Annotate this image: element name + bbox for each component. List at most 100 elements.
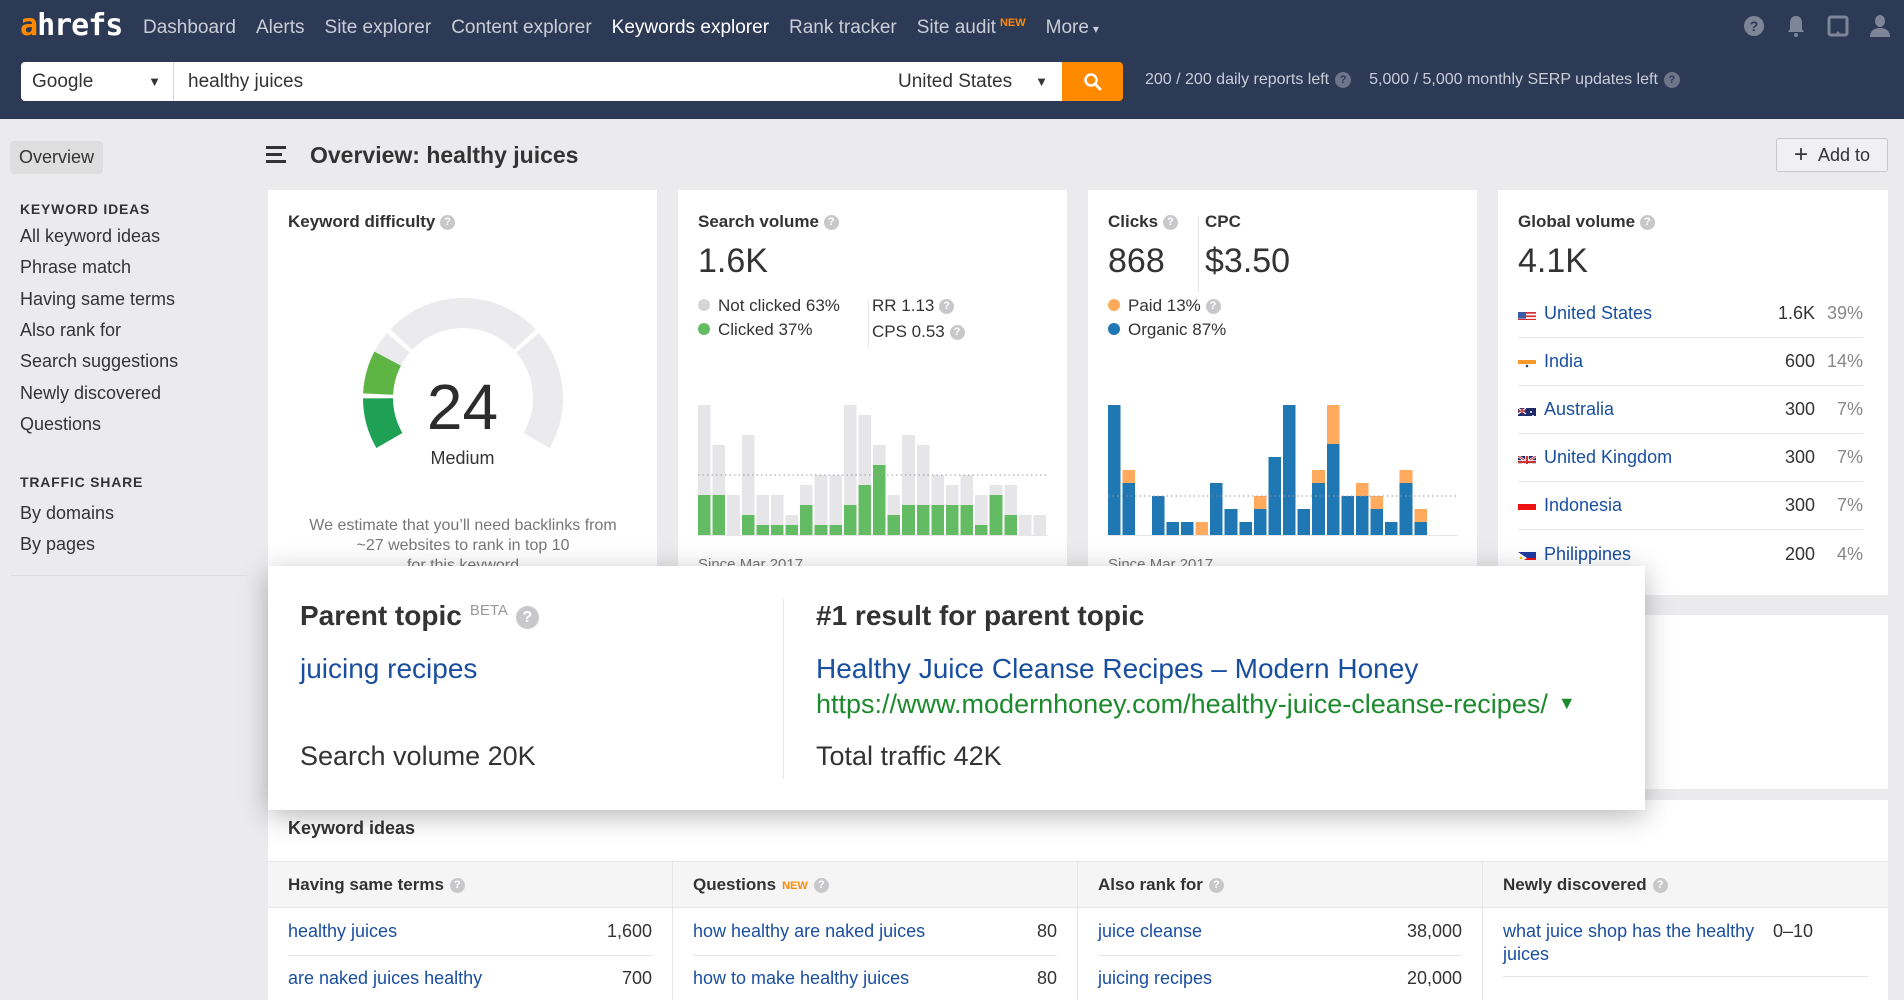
bar-organic[interactable] [1326, 444, 1340, 535]
bar-not-clicked[interactable] [1004, 485, 1017, 515]
nav-item-alerts[interactable]: Alerts [256, 17, 305, 39]
bar-not-clicked[interactable] [1033, 515, 1046, 535]
help-icon[interactable]: ? [1652, 878, 1668, 894]
bar-not-clicked[interactable] [756, 495, 769, 525]
bar-clicked[interactable] [756, 525, 769, 535]
bar-not-clicked[interactable] [829, 475, 842, 525]
sidebar-item-by-pages[interactable]: By pages [20, 534, 95, 555]
bar-organic[interactable] [1108, 405, 1121, 535]
sidebar-item-by-domains[interactable]: By domains [20, 503, 114, 524]
sidebar-item-overview[interactable]: Overview [10, 141, 104, 174]
bar-organic[interactable] [1224, 509, 1238, 535]
bar-clicked[interactable] [843, 505, 857, 535]
help-icon[interactable]: ? [1205, 299, 1221, 315]
bar-paid[interactable] [1253, 496, 1267, 509]
bar-clicked[interactable] [989, 495, 1003, 535]
sidebar-item-questions[interactable]: Questions [20, 414, 101, 435]
caret-down-icon[interactable]: ▼ [1558, 693, 1576, 713]
country-link[interactable]: United Kingdom [1544, 447, 1755, 468]
keyword-link[interactable]: what juice shop has the healthy juices [1503, 920, 1773, 966]
help-icon[interactable]: ? [1639, 215, 1655, 231]
country-select[interactable]: United States ▼ [884, 62, 1062, 101]
bar-clicked[interactable] [902, 505, 915, 535]
bar-organic[interactable] [1180, 522, 1194, 535]
nav-item-rank-tracker[interactable]: Rank tracker [789, 17, 897, 39]
bar-organic[interactable] [1283, 405, 1296, 535]
sidebar-item-newly-discovered[interactable]: Newly discovered [20, 383, 161, 404]
column-heading-text[interactable]: Having same terms [288, 875, 444, 894]
keyword-link[interactable]: juice cleanse [1098, 920, 1407, 943]
bar-clicked[interactable] [741, 515, 755, 535]
bar-not-clicked[interactable] [698, 405, 711, 495]
bar-organic[interactable] [1355, 496, 1369, 535]
bar-paid[interactable] [1312, 470, 1325, 483]
bar-not-clicked[interactable] [902, 435, 915, 505]
help-icon[interactable]: ? [440, 215, 456, 231]
bar-organic[interactable] [1151, 496, 1165, 535]
help-icon[interactable]: ? [1162, 215, 1178, 231]
bar-clicked[interactable] [785, 525, 799, 535]
nav-item-site-audit[interactable]: Site audit NEW [917, 17, 1026, 39]
sidebar-item-all-keyword-ideas[interactable]: All keyword ideas [20, 226, 160, 247]
bar-organic[interactable] [1253, 509, 1267, 535]
bar-clicked[interactable] [975, 525, 988, 535]
sidebar-item-search-suggestions[interactable]: Search suggestions [20, 351, 178, 372]
help-icon[interactable]: ? [1208, 878, 1224, 894]
bar-paid[interactable] [1122, 470, 1136, 483]
bar-paid[interactable] [1370, 496, 1384, 509]
sidebar-item-phrase-match[interactable]: Phrase match [20, 257, 131, 278]
bar-organic[interactable] [1385, 522, 1398, 535]
help-icon[interactable]: ? [449, 878, 465, 894]
bar-clicked[interactable] [814, 525, 828, 535]
bar-clicked[interactable] [931, 505, 944, 535]
keyword-link[interactable]: juicing recipes [1098, 967, 1407, 990]
search-button[interactable] [1062, 62, 1123, 101]
bar-organic[interactable] [1239, 522, 1252, 535]
country-link[interactable]: India [1544, 351, 1755, 372]
bar-paid[interactable] [1195, 522, 1209, 535]
bar-clicked[interactable] [960, 505, 974, 535]
bar-organic[interactable] [1166, 522, 1179, 535]
bar-organic[interactable] [1297, 509, 1311, 535]
bell-icon[interactable] [1784, 14, 1808, 38]
bar-not-clicked[interactable] [1018, 515, 1032, 535]
bar-organic[interactable] [1312, 483, 1325, 535]
country-link[interactable]: Indonesia [1544, 495, 1755, 516]
help-icon[interactable]: ? [1335, 71, 1352, 88]
bar-organic[interactable] [1370, 509, 1384, 535]
bar-not-clicked[interactable] [989, 485, 1003, 495]
bar-not-clicked[interactable] [931, 475, 944, 505]
nav-item-site-explorer[interactable]: Site explorer [325, 17, 432, 39]
hamburger-menu-icon[interactable] [266, 145, 288, 168]
user-icon[interactable] [1868, 14, 1892, 38]
bar-not-clicked[interactable] [800, 485, 813, 505]
bar-not-clicked[interactable] [770, 495, 784, 525]
bar-not-clicked[interactable] [975, 495, 988, 525]
bar-organic[interactable] [1122, 483, 1136, 535]
help-icon[interactable]: ? [813, 878, 829, 894]
add-to-button[interactable]: + Add to [1776, 138, 1888, 172]
bar-clicked[interactable] [887, 515, 901, 535]
bar-clicked[interactable] [698, 495, 711, 535]
bar-not-clicked[interactable] [945, 485, 959, 505]
bar-paid[interactable] [1326, 405, 1340, 444]
bar-clicked[interactable] [1004, 515, 1017, 535]
bar-clicked[interactable] [712, 495, 726, 535]
sidebar-item-also-rank-for[interactable]: Also rank for [20, 320, 121, 341]
bar-not-clicked[interactable] [960, 475, 974, 505]
bar-organic[interactable] [1210, 483, 1223, 535]
sidebar-item-having-same-terms[interactable]: Having same terms [20, 289, 175, 310]
parent-topic-link[interactable]: juicing recipes [300, 653, 477, 685]
top-result-link[interactable]: Healthy Juice Cleanse Recipes – Modern H… [816, 653, 1418, 685]
bar-paid[interactable] [1414, 509, 1427, 522]
bar-clicked[interactable] [800, 505, 813, 535]
bar-paid[interactable] [1355, 483, 1369, 496]
help-icon[interactable]: ? [823, 215, 839, 231]
nav-item-dashboard[interactable]: Dashboard [143, 17, 236, 39]
help-icon[interactable]: ? [939, 299, 955, 315]
bar-clicked[interactable] [770, 525, 784, 535]
help-icon[interactable]: ? [1663, 71, 1680, 88]
nav-item-more[interactable]: More ▾ [1046, 17, 1099, 39]
bar-organic[interactable] [1414, 522, 1427, 535]
column-heading-text[interactable]: Questions [693, 875, 776, 894]
